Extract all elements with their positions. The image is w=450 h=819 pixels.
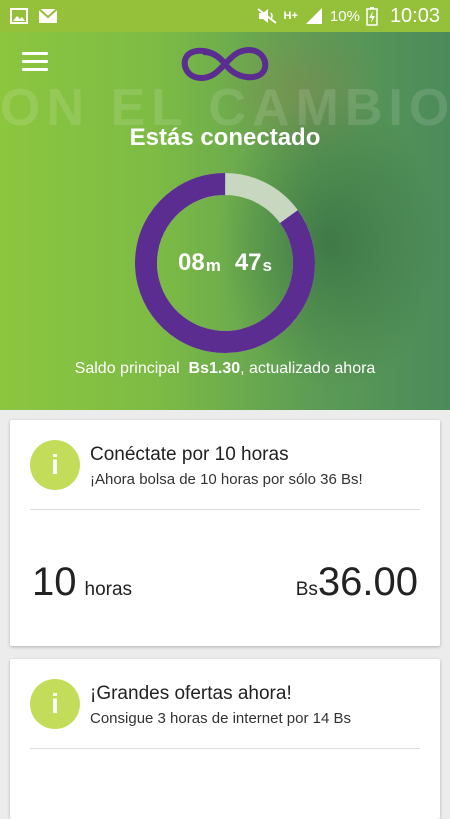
- offer-price-value: 36.00: [317, 560, 418, 604]
- timer-minutes-unit: m: [205, 256, 221, 275]
- balance-updated-text: , actualizado ahora: [240, 360, 376, 377]
- network-type-label: H+: [283, 10, 298, 22]
- offer-price-currency: Bs: [295, 579, 318, 600]
- offer-card-10-hours[interactable]: i Conéctate por 10 horas ¡Ahora bolsa de…: [10, 420, 440, 646]
- offer-quantity: 10 horas: [32, 560, 132, 605]
- info-icon: i: [30, 679, 80, 729]
- timer-seconds-unit: s: [262, 256, 272, 275]
- offer-card-great-deals[interactable]: i ¡Grandes ofertas ahora! Consigue 3 hor…: [10, 659, 440, 819]
- gallery-notification-icon: [10, 8, 28, 24]
- infinity-logo-icon: [181, 47, 269, 81]
- connection-status-title: Estás conectado: [129, 124, 321, 151]
- balance-label: Saldo principal: [74, 360, 180, 377]
- balance-amount: Bs1.30: [188, 360, 241, 377]
- hamburger-icon-line: [22, 68, 48, 71]
- clock: 10:03: [389, 4, 440, 27]
- mute-icon: [256, 7, 278, 25]
- battery-percent: 10%: [329, 7, 360, 25]
- connection-hero: ON EL CAMBIO Estás conectado 08 m 47 s S…: [0, 32, 450, 410]
- card-divider: [30, 509, 420, 510]
- card-divider: [30, 748, 420, 749]
- battery-charging-icon: [366, 6, 378, 26]
- offer-title: Conéctate por 10 horas: [90, 444, 289, 465]
- offer-subtitle: ¡Ahora bolsa de 10 horas por sólo 36 Bs!: [90, 471, 363, 488]
- offer-quantity-unit: horas: [84, 579, 133, 600]
- offer-price: Bs36.00: [296, 560, 418, 605]
- offer-title: ¡Grandes ofertas ahora!: [90, 683, 292, 704]
- timer-seconds: 47: [234, 249, 262, 276]
- info-icon: i: [30, 440, 80, 490]
- menu-button[interactable]: [22, 52, 48, 74]
- signal-icon: [304, 7, 324, 25]
- offer-quantity-value: 10: [32, 560, 77, 604]
- email-notification-icon: [38, 8, 58, 24]
- status-bar: H+ 10% 10:03: [0, 0, 450, 32]
- time-remaining: 08 m 47 s: [134, 172, 316, 354]
- balance-line: Saldo principal Bs1.30, actualizado ahor…: [0, 360, 450, 378]
- timer-minutes: 08: [178, 249, 205, 276]
- offer-subtitle: Consigue 3 horas de internet por 14 Bs: [90, 710, 351, 727]
- hamburger-icon-line: [22, 52, 48, 55]
- hamburger-icon-line: [22, 60, 48, 63]
